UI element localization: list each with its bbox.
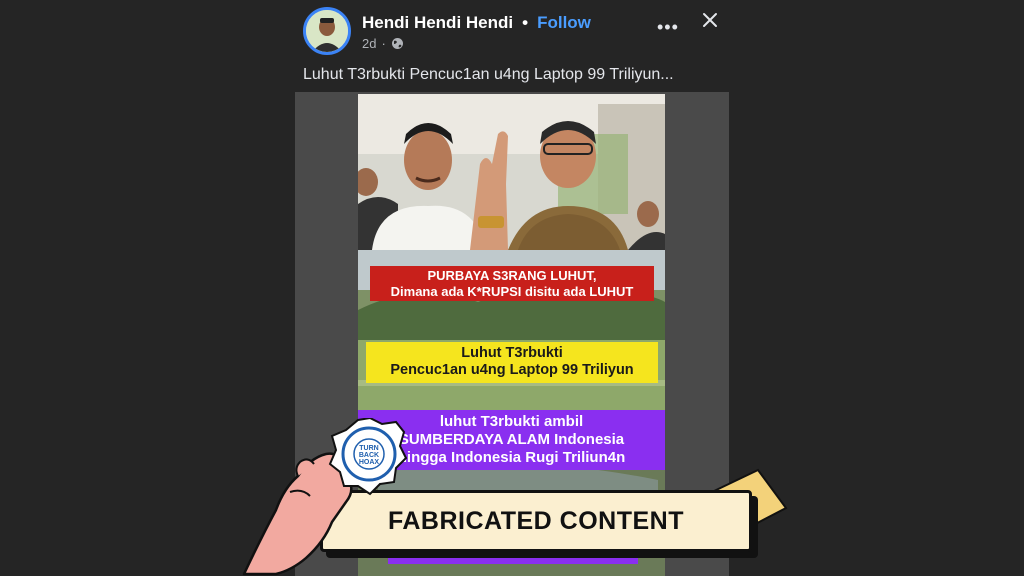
red-caption-line-1: PURBAYA S3RANG LUHUT, (427, 268, 597, 283)
post-time[interactable]: 2d (362, 36, 376, 51)
red-caption-line-2: Dimana ada K*RUPSI disitu ada LUHUT (390, 283, 634, 299)
separator-dot: • (522, 13, 529, 32)
hand-holding-seal-icon: TURN BACK HOAX (242, 418, 408, 576)
avatar[interactable] (303, 7, 351, 55)
post-caption: Luhut T3rbukti Pencuc1an u4ng Laptop 99 … (303, 66, 674, 83)
svg-text:HOAX: HOAX (359, 459, 380, 466)
svg-text:BACK: BACK (359, 452, 379, 459)
yellow-caption-line-1: Luhut T3rbukti (461, 345, 563, 361)
post-meta: 2d · (362, 36, 404, 51)
more-icon[interactable]: ••• (657, 17, 679, 38)
meta-separator: · (381, 36, 386, 51)
fabricated-content-label: FABRICATED CONTENT (387, 506, 685, 535)
globe-icon (391, 38, 403, 49)
red-caption-box: PURBAYA S3RANG LUHUT, Dimana ada K*RUPSI… (370, 266, 654, 302)
avatar-photo (306, 10, 348, 52)
post-author-line: Hendi Hendi Hendi • Follow (362, 13, 591, 33)
post-header: Hendi Hendi Hendi • Follow 2d · ••• (300, 4, 730, 60)
video-people-scene (358, 94, 665, 250)
svg-text:TURN: TURN (359, 445, 378, 452)
yellow-caption-line-2: Pencuc1an u4ng Laptop 99 Triliyun (390, 362, 634, 379)
yellow-caption-box: Luhut T3rbukti Pencuc1an u4ng Laptop 99 … (366, 342, 658, 383)
author-name[interactable]: Hendi Hendi Hendi (362, 13, 513, 32)
follow-button[interactable]: Follow (537, 13, 591, 32)
close-icon[interactable] (702, 12, 718, 33)
